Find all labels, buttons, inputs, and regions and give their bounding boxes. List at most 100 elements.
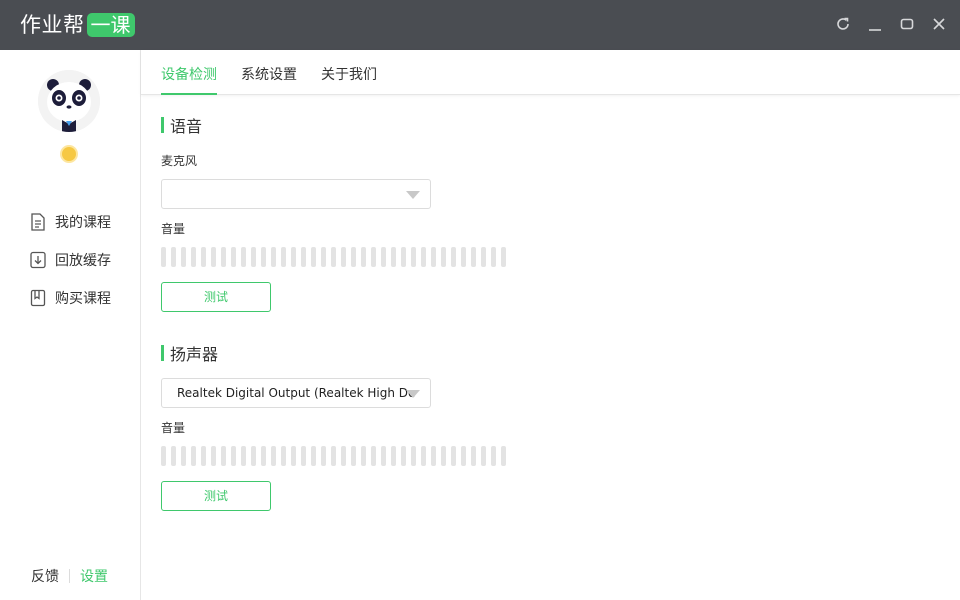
volume-segment — [341, 446, 346, 466]
settings-tabs: 设备检测 系统设置 关于我们 — [141, 50, 960, 95]
volume-segment — [181, 247, 186, 267]
sidebar-footer: 反馈 设置 — [31, 566, 108, 586]
speaker-select-value: Realtek Digital Output (Realtek High Def… — [177, 386, 415, 400]
sidebar-item-my-courses[interactable]: 我的课程 — [30, 212, 111, 231]
volume-segment — [201, 247, 206, 267]
volume-segment — [251, 446, 256, 466]
volume-segment — [501, 446, 506, 466]
title-bar: 作业帮 一课 — [0, 0, 960, 50]
sidebar-nav: 我的课程 回放缓存 购买课程 — [30, 212, 111, 326]
maximize-icon[interactable] — [898, 14, 916, 34]
app-logo: 作业帮 一课 — [20, 11, 135, 39]
volume-segment — [461, 247, 466, 267]
volume-segment — [171, 247, 176, 267]
volume-segment — [421, 446, 426, 466]
document-icon — [30, 212, 46, 231]
volume-segment — [411, 247, 416, 267]
volume-segment — [391, 446, 396, 466]
volume-segment — [231, 247, 236, 267]
volume-segment — [241, 446, 246, 466]
volume-segment — [441, 247, 446, 267]
avatar[interactable] — [38, 70, 100, 132]
volume-segment — [281, 247, 286, 267]
volume-segment — [261, 247, 266, 267]
volume-segment — [231, 446, 236, 466]
volume-segment — [271, 247, 276, 267]
volume-segment — [431, 446, 436, 466]
sidebar-item-buy-courses[interactable]: 购买课程 — [30, 288, 111, 307]
volume-segment — [291, 247, 296, 267]
volume-segment — [251, 247, 256, 267]
sidebar: 我的课程 回放缓存 购买课程 反馈 设置 — [0, 50, 141, 600]
volume-segment — [211, 247, 216, 267]
volume-segment — [381, 247, 386, 267]
volume-segment — [321, 247, 326, 267]
tab-about-us[interactable]: 关于我们 — [321, 64, 377, 95]
volume-segment — [311, 446, 316, 466]
mic-volume-meter — [161, 247, 506, 267]
volume-segment — [501, 247, 506, 267]
speaker-test-button[interactable]: 测试 — [161, 481, 271, 511]
volume-segment — [281, 446, 286, 466]
volume-segment — [491, 247, 496, 267]
volume-segment — [161, 446, 166, 466]
download-icon — [30, 251, 46, 269]
tab-device-check[interactable]: 设备检测 — [161, 64, 217, 95]
volume-segment — [201, 446, 206, 466]
volume-segment — [301, 247, 306, 267]
section-accent-bar — [161, 345, 164, 361]
volume-segment — [191, 446, 196, 466]
mic-test-button[interactable]: 测试 — [161, 282, 271, 312]
volume-segment — [371, 446, 376, 466]
speaker-select[interactable]: Realtek Digital Output (Realtek High Def… — [161, 378, 431, 408]
volume-segment — [401, 247, 406, 267]
volume-segment — [241, 247, 246, 267]
volume-segment — [381, 446, 386, 466]
volume-segment — [391, 247, 396, 267]
feedback-link[interactable]: 反馈 — [31, 566, 59, 586]
volume-segment — [361, 247, 366, 267]
volume-segment — [161, 247, 166, 267]
sidebar-item-playback-cache[interactable]: 回放缓存 — [30, 250, 111, 269]
volume-segment — [371, 247, 376, 267]
settings-link[interactable]: 设置 — [80, 566, 108, 586]
chevron-down-icon — [406, 390, 420, 398]
volume-segment — [221, 247, 226, 267]
footer-divider — [69, 569, 70, 583]
volume-segment — [451, 446, 456, 466]
bookmark-icon — [30, 289, 46, 307]
logo-text: 作业帮 — [20, 13, 85, 37]
sidebar-item-label: 购买课程 — [55, 290, 111, 307]
volume-segment — [171, 446, 176, 466]
volume-segment — [261, 446, 266, 466]
volume-segment — [431, 247, 436, 267]
volume-segment — [311, 247, 316, 267]
volume-segment — [341, 247, 346, 267]
volume-segment — [181, 446, 186, 466]
volume-segment — [451, 247, 456, 267]
volume-segment — [401, 446, 406, 466]
level-badge — [60, 145, 78, 163]
sidebar-item-label: 我的课程 — [55, 214, 111, 231]
speaker-title-text: 扬声器 — [170, 345, 219, 364]
volume-segment — [351, 247, 356, 267]
volume-segment — [321, 446, 326, 466]
volume-segment — [211, 446, 216, 466]
voice-section-title: 语音 — [161, 113, 202, 137]
refresh-icon[interactable] — [834, 14, 852, 34]
volume-segment — [221, 446, 226, 466]
close-icon[interactable] — [930, 14, 948, 34]
mic-label: 麦克风 — [161, 154, 198, 168]
volume-segment — [361, 446, 366, 466]
volume-segment — [331, 247, 336, 267]
mic-volume-label: 音量 — [161, 222, 186, 236]
mic-select[interactable] — [161, 179, 431, 209]
logo-badge: 一课 — [86, 13, 135, 37]
speaker-volume-meter — [161, 446, 506, 466]
volume-segment — [301, 446, 306, 466]
speaker-section-title: 扬声器 — [161, 341, 218, 365]
tab-system-settings[interactable]: 系统设置 — [241, 64, 297, 95]
minimize-icon[interactable] — [866, 14, 884, 34]
volume-segment — [421, 247, 426, 267]
chevron-down-icon — [406, 191, 420, 199]
